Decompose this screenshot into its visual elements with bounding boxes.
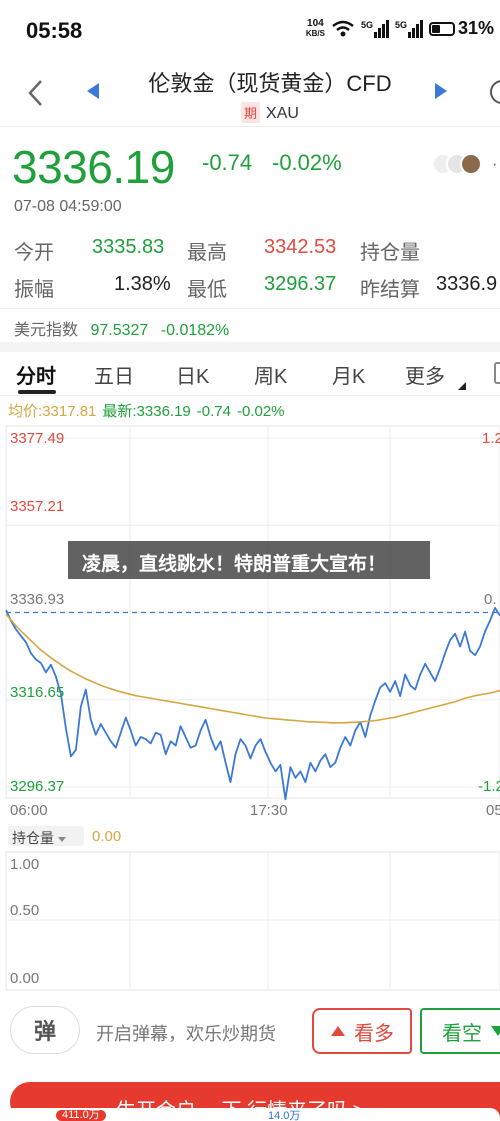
low-value: 3296.37 xyxy=(264,273,337,295)
x-tick-label: 17:30 xyxy=(250,802,288,819)
open-label: 今开 xyxy=(14,242,54,264)
legend-latest: 最新:3336.19 xyxy=(102,403,191,420)
x-tick-label: 05 xyxy=(486,802,500,819)
divider xyxy=(0,126,500,127)
amplitude-label: 振幅 xyxy=(14,279,54,301)
chart-legend: 均价:3317.81 最新:3336.19 -0.74 -0.02% xyxy=(8,400,285,421)
y-tick-label: 3357.21 xyxy=(10,498,65,515)
bearish-button[interactable]: 看空 xyxy=(420,1008,500,1054)
section-gap xyxy=(0,342,500,352)
last-price: 3336.19 xyxy=(12,141,175,193)
oi-panel-frame xyxy=(5,851,500,991)
status-time: 05:58 xyxy=(26,18,83,43)
tab-more[interactable]: 更多 xyxy=(405,360,445,389)
usd-index-label: 美元指数 xyxy=(14,322,79,339)
avatar xyxy=(460,153,482,175)
y-tick-label: 3316.65 xyxy=(10,684,65,701)
stats-row-1: 今开 3335.83 最高 3342.53 持仓量 xyxy=(0,236,500,266)
battery-indicator: 31% xyxy=(428,18,494,39)
settings-icon[interactable] xyxy=(494,362,500,384)
open-value: 3335.83 xyxy=(92,236,165,258)
bearish-label: 看空 xyxy=(442,1022,482,1045)
more-dot-icon: · xyxy=(492,156,498,173)
instrument-code: XAU xyxy=(266,105,299,122)
divider xyxy=(0,395,500,396)
intraday-chart[interactable] xyxy=(0,420,500,1000)
divider xyxy=(0,308,500,309)
y-tick-label: 3336.93 xyxy=(10,591,65,608)
legend-average: 均价:3317.81 xyxy=(8,403,97,420)
y-tick-label: 3296.37 xyxy=(10,778,65,795)
indicator-dropdown-label: 持仓量 xyxy=(12,830,54,846)
signal-1-label: 5G xyxy=(360,19,373,30)
low-label: 最低 xyxy=(187,279,227,301)
high-label: 最高 xyxy=(187,242,227,264)
net-speed-unit: KB/S xyxy=(305,28,325,38)
price-line xyxy=(5,607,500,801)
amplitude-value: 1.38% xyxy=(114,273,171,295)
tab-monthly-k[interactable]: 月K xyxy=(332,360,365,389)
signal-icon-1: 5G xyxy=(360,19,389,38)
bottom-action-bar: 弹 开启弹幕，欢乐炒期货 看多 看空 xyxy=(0,1000,500,1064)
indicator-value: 0.00 xyxy=(92,828,122,845)
active-tab-indicator xyxy=(18,390,56,394)
nav-badge: 411.0万 xyxy=(56,1110,106,1121)
tab-five-day[interactable]: 五日 xyxy=(94,360,134,389)
avatar-group[interactable] xyxy=(432,153,482,175)
period-tabs: 分时 五日 日K 周K 月K 更多 xyxy=(0,352,500,394)
caret-down-icon xyxy=(58,836,66,842)
danmu-toggle-button[interactable]: 弹 xyxy=(10,1006,80,1054)
signal-2-label: 5G xyxy=(394,19,407,30)
net-speed: 104 KB/S xyxy=(305,17,325,39)
more-corner-icon xyxy=(458,382,466,390)
right-tick-label: -1.2 xyxy=(478,778,500,795)
legend-percent: -0.02% xyxy=(236,403,285,420)
signal-icon-2: 5G xyxy=(394,19,423,38)
tab-daily-k[interactable]: 日K xyxy=(176,360,209,389)
legend-change: -0.74 xyxy=(196,403,231,420)
high-value: 3342.53 xyxy=(264,236,337,258)
triangle-up-icon xyxy=(331,1026,345,1036)
oi-tick-label: 0.00 xyxy=(10,970,40,987)
prev-settle-value: 3336.9 xyxy=(436,273,498,295)
status-icons: 104 KB/S 5G 5G 31% xyxy=(306,18,494,39)
news-overlay[interactable]: 凌晨，直线跳水！特朗普重大宣布！ xyxy=(68,541,430,579)
oi-tick-label: 1.00 xyxy=(10,856,40,873)
open-interest-label: 持仓量 xyxy=(360,242,420,264)
triangle-down-icon xyxy=(491,1026,500,1036)
nav-badge: 14.0万 xyxy=(268,1110,301,1121)
right-tick-label: 0. xyxy=(484,591,497,608)
bullish-label: 看多 xyxy=(354,1022,394,1045)
usd-index-row[interactable]: 美元指数 97.5327 -0.0182% xyxy=(14,316,237,340)
x-tick-label: 06:00 xyxy=(10,802,48,819)
indicator-dropdown[interactable]: 持仓量 xyxy=(8,826,84,846)
triangle-right-icon xyxy=(435,83,447,99)
battery-icon xyxy=(428,21,455,36)
danmu-icon: 弹 xyxy=(33,1019,56,1044)
title-bar: 伦敦金（现货黄金）CFD 期 XAU xyxy=(0,60,500,126)
futures-badge: 期 xyxy=(241,102,261,123)
status-bar: 05:58 104 KB/S 5G 5G 31% xyxy=(0,0,500,60)
next-instrument-button[interactable] xyxy=(434,82,448,105)
instrument-code-row: 期 XAU xyxy=(0,102,500,123)
usd-index-value: 97.5327 xyxy=(90,322,149,339)
price-change-percent: -0.02% xyxy=(272,150,342,175)
net-speed-value: 104 xyxy=(307,17,324,29)
oi-tick-label: 0.50 xyxy=(10,902,40,919)
usd-index-change: -0.0182% xyxy=(160,322,230,339)
tab-weekly-k[interactable]: 周K xyxy=(254,360,287,389)
y-tick-label: 3377.49 xyxy=(10,430,65,447)
tab-intraday[interactable]: 分时 xyxy=(16,360,56,389)
battery-level: 31% xyxy=(457,18,494,38)
prev-settle-label: 昨结算 xyxy=(360,279,420,301)
quote-time: 07-08 04:59:00 xyxy=(14,198,122,215)
instrument-title: 伦敦金（现货黄金）CFD xyxy=(148,71,392,96)
right-tick-label: 1.2 xyxy=(482,430,500,447)
stats-row-2: 振幅 1.38% 最低 3296.37 昨结算 3336.9 xyxy=(0,273,500,303)
bullish-button[interactable]: 看多 xyxy=(312,1008,412,1054)
price-change: -0.74 xyxy=(202,150,253,175)
danmu-input[interactable]: 开启弹幕，欢乐炒期货 xyxy=(96,1020,276,1046)
wifi-icon xyxy=(332,20,354,36)
